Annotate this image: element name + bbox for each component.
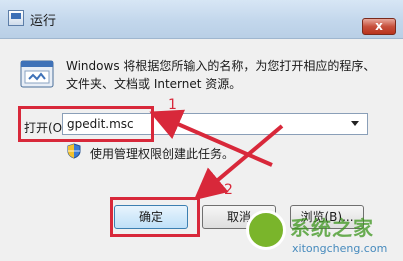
arrow-to-ok-button — [193, 124, 284, 201]
watermark-text: 系统之家 — [290, 216, 374, 240]
watermark-logo-icon — [246, 210, 286, 250]
arrow-to-open-field — [149, 109, 273, 167]
watermark-url: xitongcheng.com — [292, 242, 388, 255]
